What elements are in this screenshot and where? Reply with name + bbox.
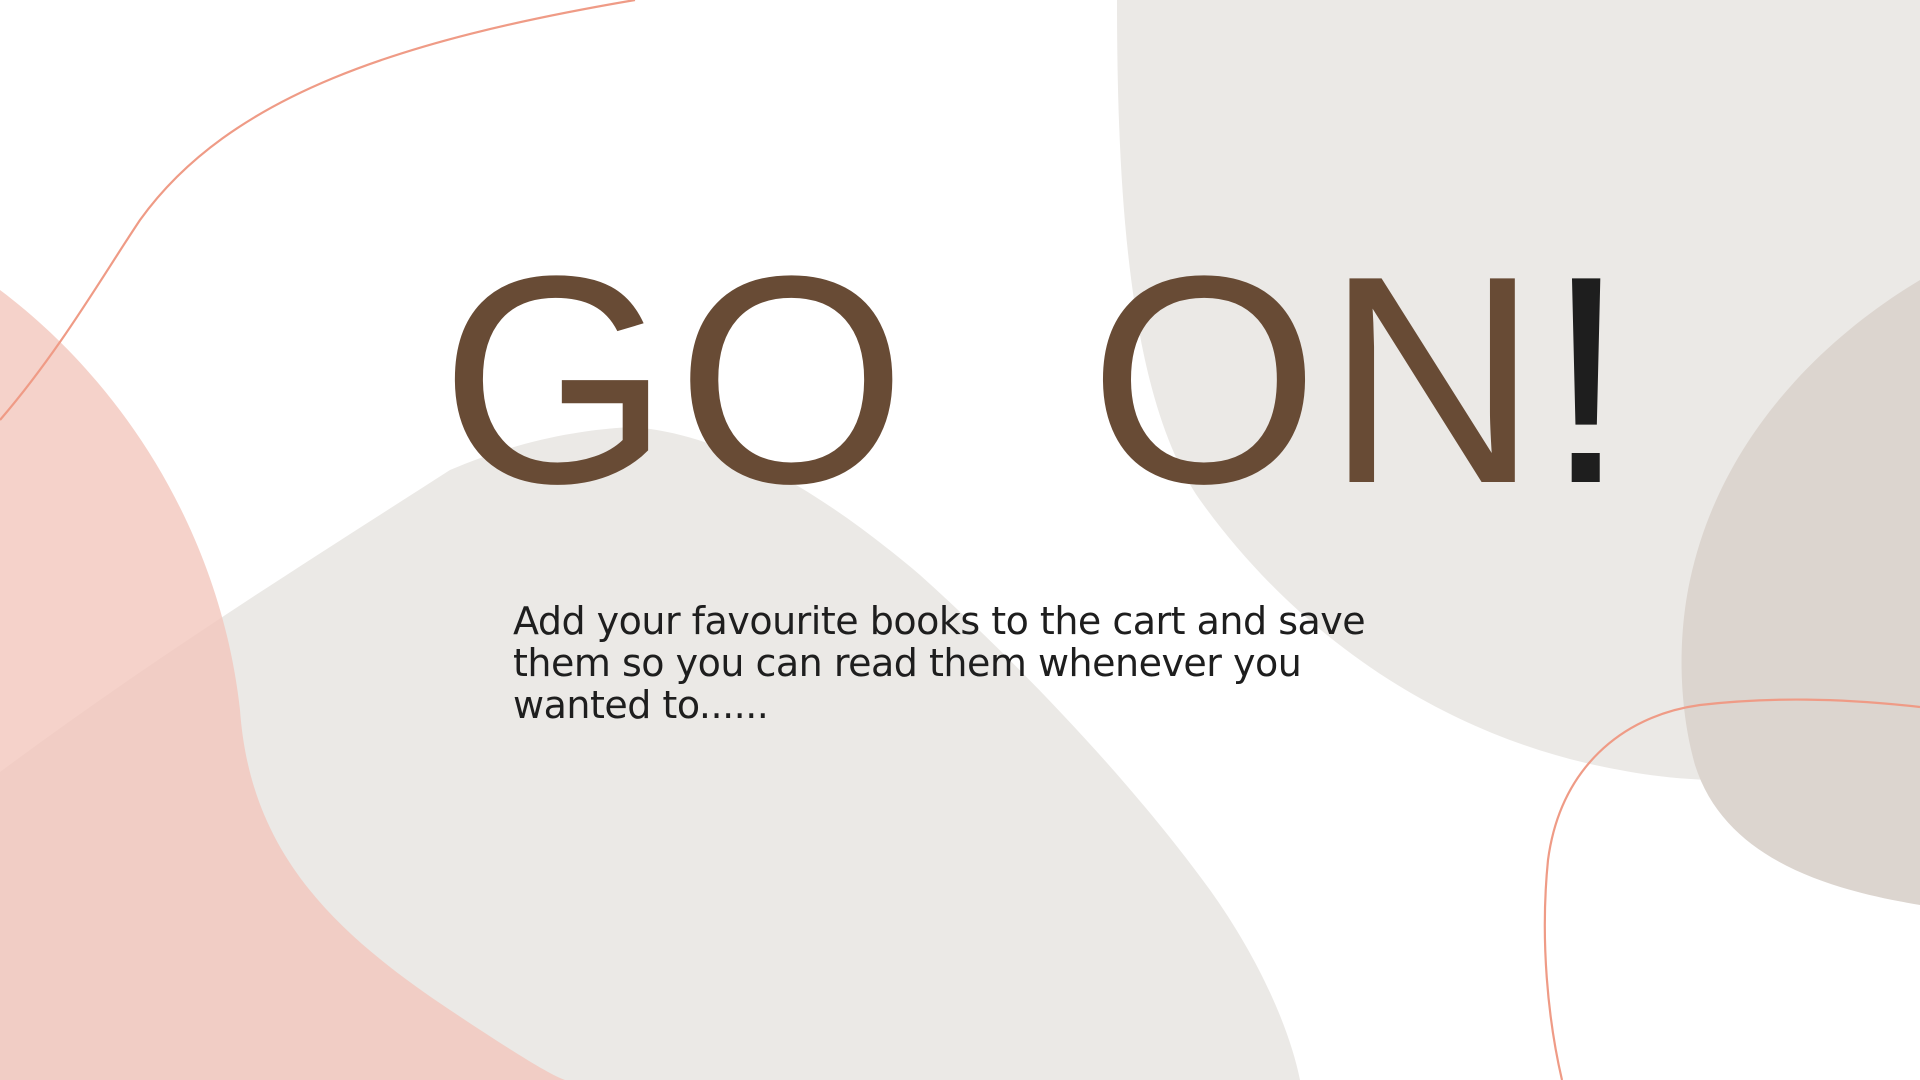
slide: GO ON! Add your favourite books to the c… — [0, 0, 1920, 1080]
body-text: Add your favourite books to the cart and… — [513, 599, 1366, 727]
headline-exclamation: ! — [1544, 214, 1634, 545]
headline-text: GO ON — [440, 214, 1545, 545]
headline: GO ON! — [440, 232, 1633, 528]
